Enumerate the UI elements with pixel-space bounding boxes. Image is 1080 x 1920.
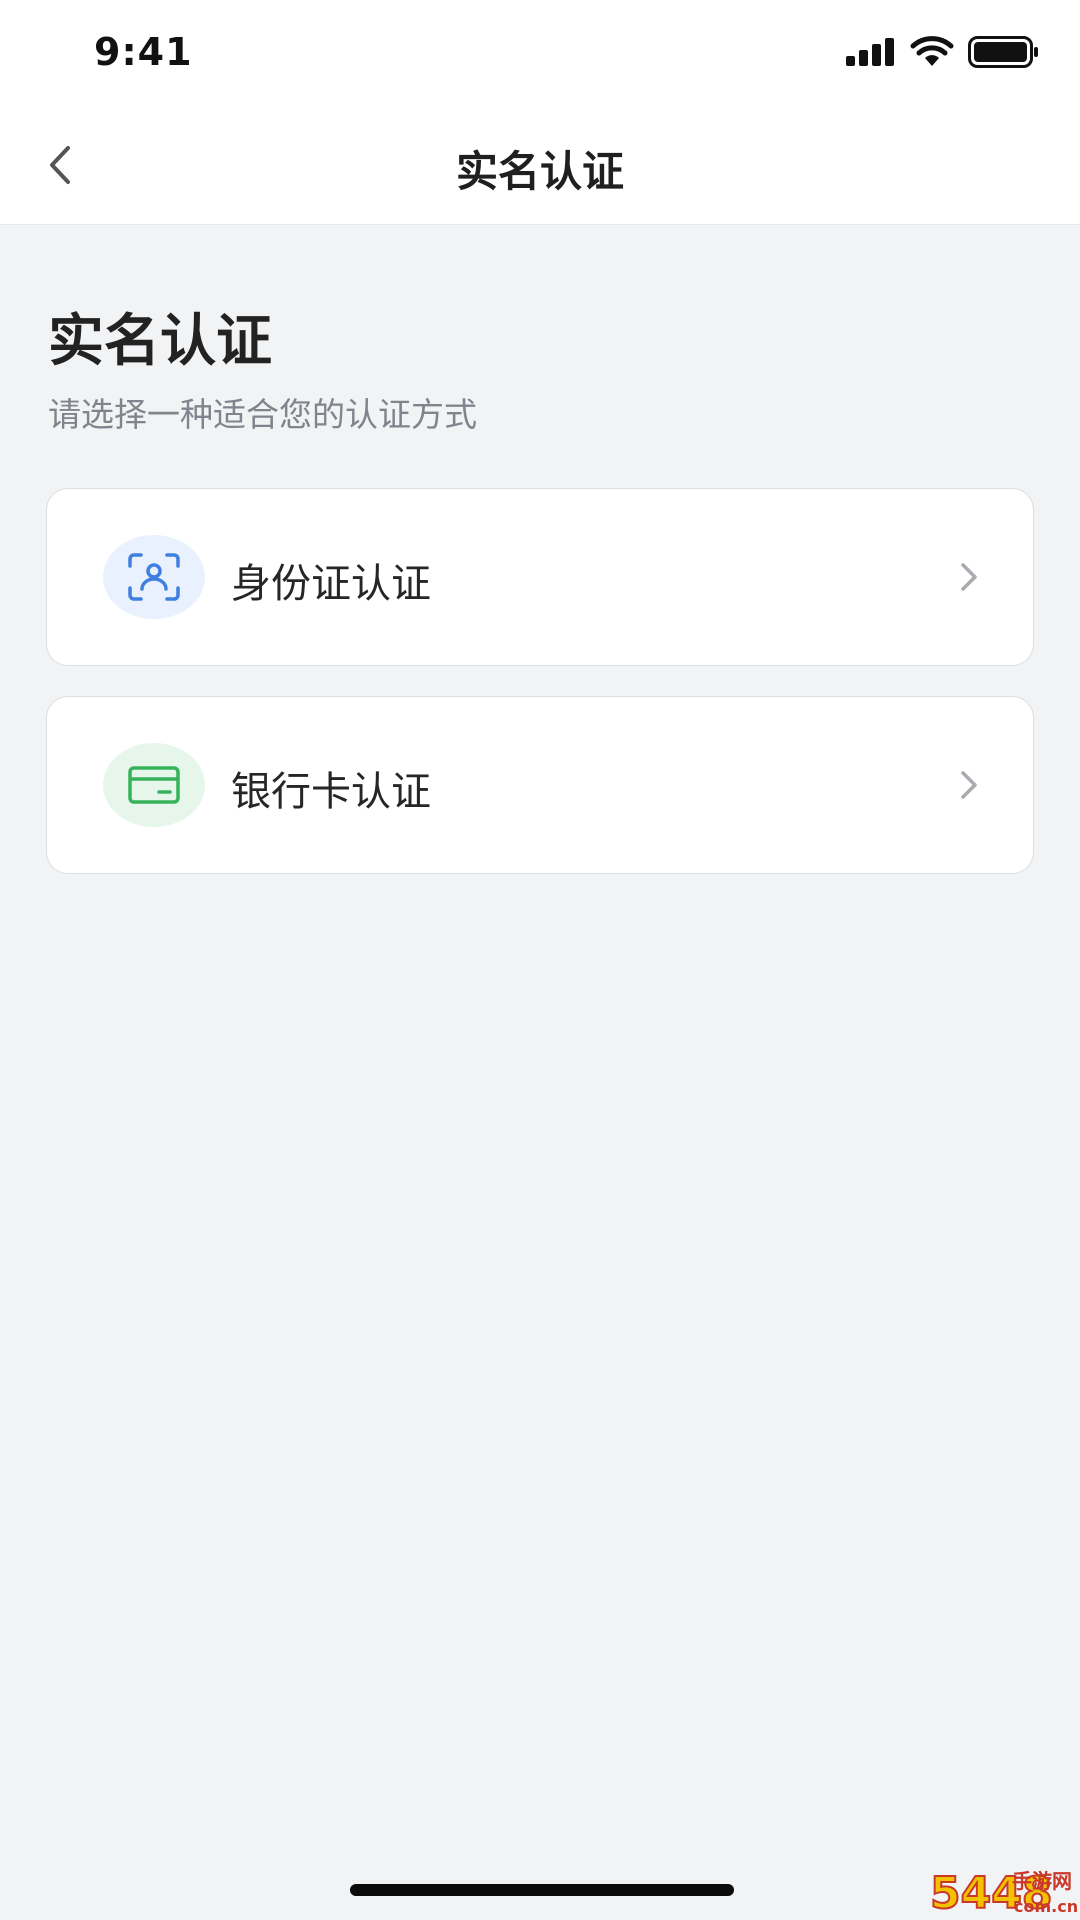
watermark-logo: 5448 手游网 com.cn	[929, 1867, 1078, 1920]
option-label: 身份证认证	[231, 561, 431, 607]
cellular-signal-icon	[846, 38, 894, 66]
bank-card-verification-option[interactable]: 银行卡认证	[46, 696, 1034, 874]
bank-card-icon	[128, 766, 180, 804]
status-time: 9:41	[94, 30, 193, 74]
svg-text:com.cn: com.cn	[1014, 1897, 1078, 1916]
face-scan-icon	[128, 553, 180, 601]
status-icons	[846, 36, 1040, 68]
wifi-icon	[910, 36, 954, 66]
id-card-verification-option[interactable]: 身份证认证	[46, 488, 1034, 666]
nav-bar: 实名认证	[0, 106, 1080, 225]
chevron-right-icon	[961, 563, 977, 591]
option-label: 银行卡认证	[231, 769, 431, 815]
chevron-right-icon	[961, 771, 977, 799]
battery-icon	[968, 36, 1038, 68]
nav-title: 实名认证	[455, 147, 624, 196]
status-bar: 9:41	[0, 0, 1080, 106]
id-card-icon-badge	[103, 535, 205, 619]
home-indicator	[350, 1884, 734, 1896]
svg-text:手游网: 手游网	[1012, 1869, 1072, 1893]
page-subtitle: 请选择一种适合您的认证方式	[48, 395, 477, 434]
page-heading: 实名认证	[48, 309, 272, 374]
bank-card-icon-badge	[103, 743, 205, 827]
